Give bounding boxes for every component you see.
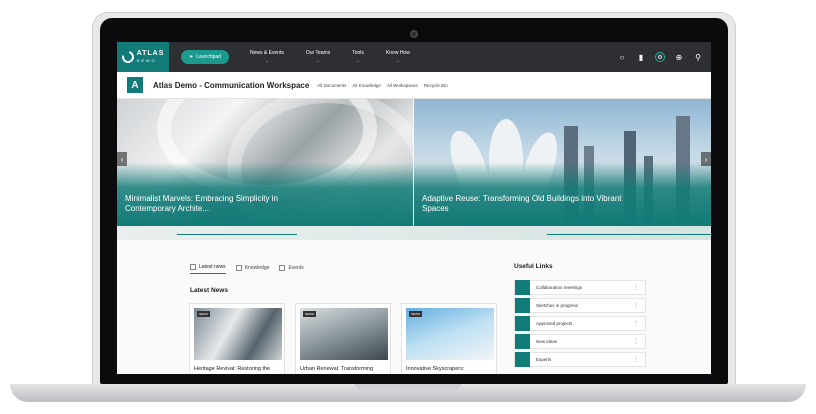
- settings-icon[interactable]: ⚙: [655, 52, 665, 62]
- chevron-right-icon: ›: [704, 154, 708, 164]
- content-area: Latest news Knowledge Events Latest News…: [117, 240, 711, 374]
- carousel-next-button[interactable]: ›: [701, 152, 711, 166]
- chat-icon[interactable]: ▮: [636, 52, 646, 62]
- top-icons: ○ ▮ ⚙ ⊕ ⚲: [617, 52, 703, 62]
- slide-title: Minimalist Marvels: Embracing Simplicity…: [125, 194, 278, 213]
- nav-news-events[interactable]: News & Events ⌄: [239, 50, 295, 64]
- useful-link[interactable]: New ideas ⋮: [514, 334, 646, 349]
- add-icon[interactable]: ⊕: [674, 52, 684, 62]
- tab-knowledge[interactable]: Knowledge: [235, 264, 270, 274]
- more-options-icon[interactable]: ⋮: [633, 356, 639, 363]
- useful-link[interactable]: Collaboration meetings ⋮: [514, 280, 646, 295]
- tab-label: Latest news: [199, 264, 226, 270]
- search-icon[interactable]: ⚲: [693, 52, 703, 62]
- tab-events[interactable]: Events: [279, 264, 304, 274]
- link-label: New ideas: [536, 339, 558, 344]
- more-options-icon[interactable]: ⋮: [633, 284, 639, 291]
- browser-screen: ATLAS DEMO ➤ Launchpad News & Events ⌄ Ou…: [117, 42, 711, 374]
- news-title: Innovative Skyscrapers:: [406, 366, 465, 372]
- news-tabs: Latest news Knowledge Events: [190, 264, 304, 274]
- link-color-block: [515, 298, 530, 313]
- decor-line: [177, 234, 297, 235]
- link-recycle-bin[interactable]: Recycle Bin: [424, 83, 448, 88]
- bell-icon[interactable]: ○: [617, 52, 627, 62]
- news-card[interactable]: NEWS Innovative Skyscrapers:: [401, 303, 497, 374]
- nav-label: Our Teams: [305, 50, 331, 56]
- news-tag: NEWS: [303, 311, 316, 317]
- launchpad-label: Launchpad: [196, 54, 221, 60]
- decor-line: [547, 234, 711, 235]
- rocket-icon: ➤: [189, 54, 194, 60]
- useful-link[interactable]: Approved projects ⋮: [514, 316, 646, 331]
- webcam: [410, 30, 418, 38]
- news-image: NEWS: [194, 308, 282, 360]
- decorative-strip: [117, 226, 711, 240]
- link-color-block: [515, 316, 530, 331]
- tab-latest-news[interactable]: Latest news: [190, 264, 226, 274]
- news-image: NEWS: [300, 308, 388, 360]
- laptop-notch: [355, 384, 461, 390]
- carousel-prev-button[interactable]: ‹: [117, 152, 127, 166]
- tab-icon: [190, 264, 196, 270]
- nav-label: News & Events: [249, 50, 284, 56]
- logo-mark-icon: [119, 48, 136, 66]
- main-nav: News & Events ⌄ Our Teams ⌄ Tools ⌄ Know Ho…: [239, 50, 421, 64]
- link-all-documents[interactable]: All Documents: [317, 83, 346, 88]
- link-color-block: [515, 280, 530, 295]
- link-all-knowledge[interactable]: All Knowledge: [352, 83, 381, 88]
- chevron-down-icon: ⌄: [316, 58, 320, 63]
- useful-links-heading: Useful Links: [514, 263, 553, 270]
- link-label: Experts: [536, 357, 552, 362]
- tab-label: Events: [288, 264, 304, 271]
- chevron-down-icon: ⌄: [396, 58, 400, 63]
- link-color-block: [515, 334, 530, 349]
- launchpad-button[interactable]: ➤ Launchpad: [181, 50, 229, 64]
- hero-slide[interactable]: Minimalist Marvels: Embracing Simplicity…: [117, 99, 413, 226]
- useful-links-list: Collaboration meetings ⋮ Sketches in prog…: [514, 280, 646, 367]
- news-title: Heritage Revival: Restoring the: [194, 366, 271, 372]
- logo-subtext: DEMO: [136, 58, 157, 63]
- more-options-icon[interactable]: ⋮: [633, 338, 639, 345]
- news-title: Urban Renewal: Transforming: [300, 366, 374, 372]
- news-tag: NEWS: [197, 311, 210, 317]
- site-header: A Atlas Demo - Communication Workspace A…: [117, 72, 711, 99]
- logo-text: ATLAS: [136, 50, 165, 57]
- link-label: Sketches in progress: [536, 303, 579, 308]
- site-title[interactable]: Atlas Demo - Communication Workspace: [153, 81, 309, 90]
- hero-slide[interactable]: Adaptive Reuse: Transforming Old Buildin…: [414, 99, 711, 226]
- useful-link[interactable]: Experts ⋮: [514, 352, 646, 367]
- site-logo[interactable]: A: [127, 77, 143, 93]
- more-options-icon[interactable]: ⋮: [633, 302, 639, 309]
- site-links: All Documents All Knowledge All Workspac…: [317, 83, 447, 88]
- nav-our-teams[interactable]: Our Teams ⌄: [295, 50, 341, 64]
- link-label: Collaboration meetings: [536, 285, 583, 290]
- link-color-block: [515, 352, 530, 367]
- news-tag: NEWS: [409, 311, 422, 317]
- news-card[interactable]: NEWS Urban Renewal: Transforming: [295, 303, 391, 374]
- news-cards: NEWS Heritage Revival: Restoring the NEW…: [189, 303, 497, 374]
- news-card[interactable]: NEWS Heritage Revival: Restoring the: [189, 303, 285, 374]
- nav-know-how[interactable]: Know How ⌄: [375, 50, 421, 64]
- tab-icon: [279, 264, 286, 271]
- tab-label: Knowledge: [244, 264, 270, 271]
- top-navigation: ATLAS DEMO ➤ Launchpad News & Events ⌄ Ou…: [117, 42, 711, 72]
- atlas-logo[interactable]: ATLAS DEMO: [117, 42, 169, 72]
- useful-link[interactable]: Sketches in progress ⋮: [514, 298, 646, 313]
- chevron-left-icon: ‹: [120, 154, 124, 164]
- news-image: NEWS: [406, 308, 494, 360]
- more-options-icon[interactable]: ⋮: [633, 320, 639, 327]
- tab-icon: [235, 264, 242, 271]
- link-all-workspaces[interactable]: All Workspaces: [387, 83, 418, 88]
- latest-news-heading: Latest News: [190, 287, 228, 294]
- chevron-down-icon: ⌄: [265, 58, 269, 63]
- hero-carousel: Minimalist Marvels: Embracing Simplicity…: [117, 99, 711, 226]
- link-label: Approved projects: [536, 321, 573, 326]
- nav-label: Tools: [352, 50, 364, 56]
- slide-title: Adaptive Reuse: Transforming Old Buildin…: [422, 194, 622, 213]
- chevron-down-icon: ⌄: [356, 58, 360, 63]
- nav-label: Know How: [385, 50, 410, 56]
- nav-tools[interactable]: Tools ⌄: [341, 50, 375, 64]
